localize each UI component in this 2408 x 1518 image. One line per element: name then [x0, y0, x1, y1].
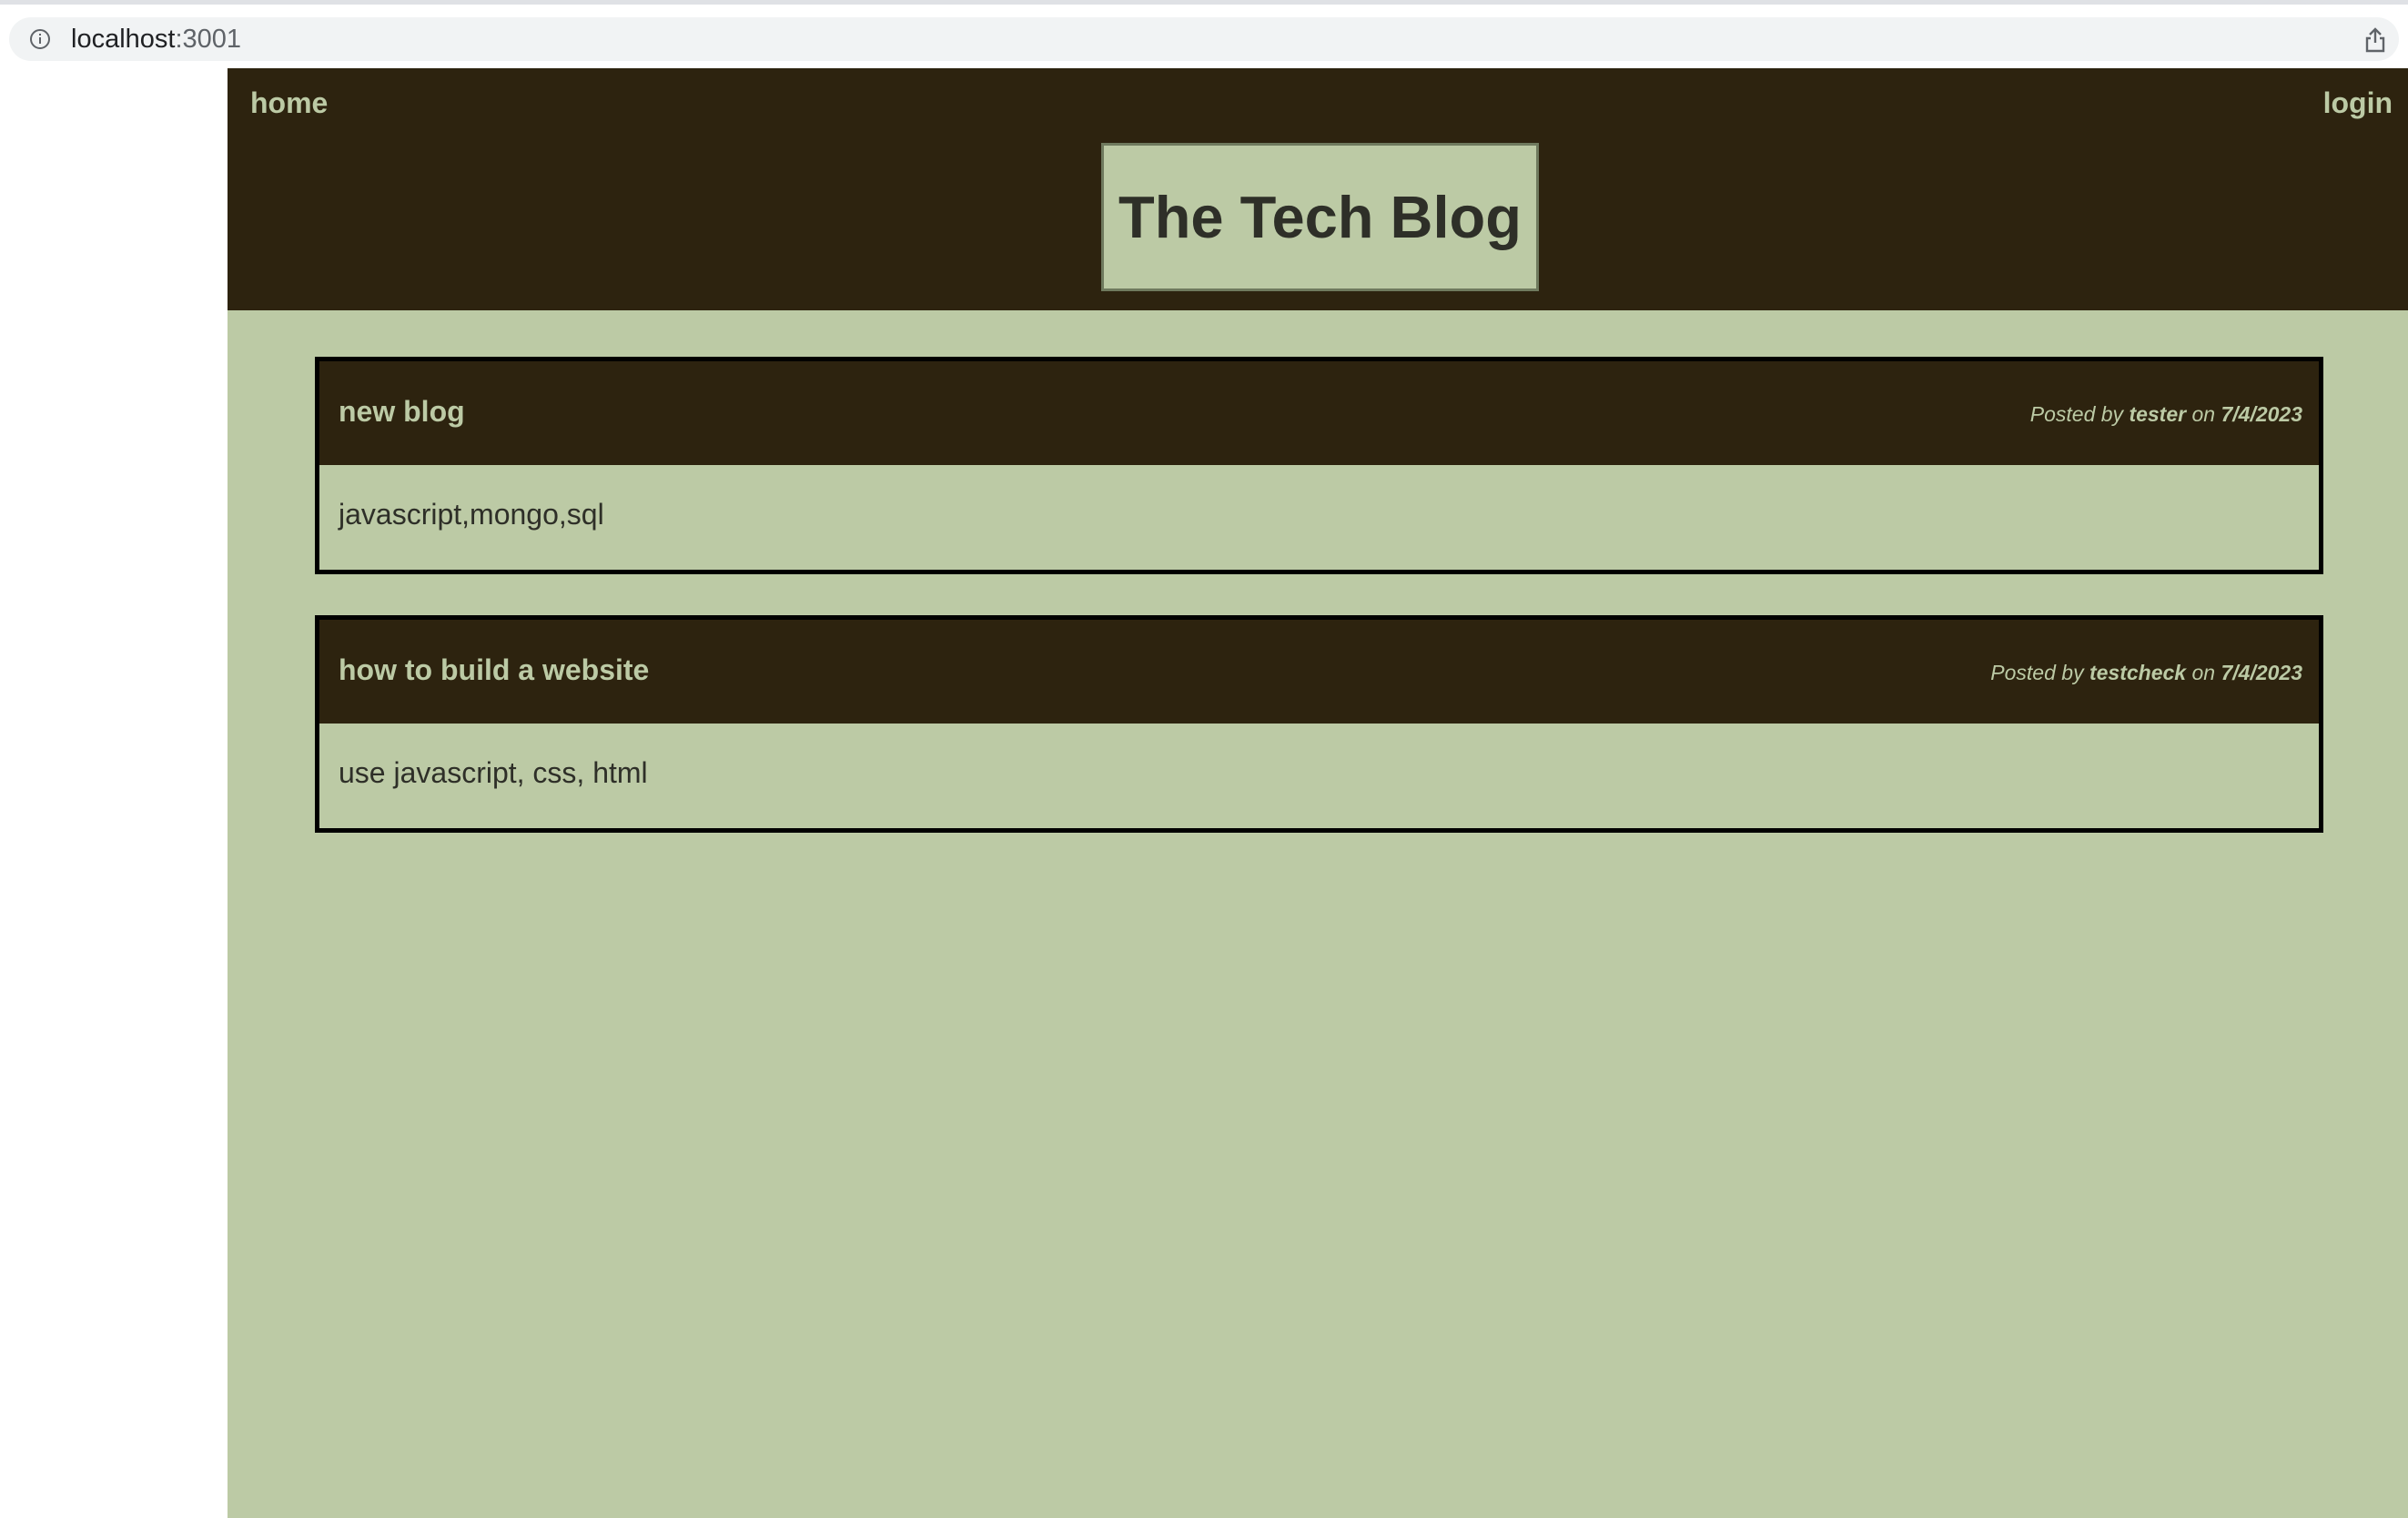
post-date: 7/4/2023	[2221, 661, 2302, 684]
on-label: on	[2191, 661, 2216, 684]
post-card[interactable]: new blog Posted by tester on 7/4/2023 ja…	[315, 357, 2323, 574]
info-icon[interactable]	[29, 28, 51, 50]
nav-home-link[interactable]: home	[250, 86, 328, 120]
share-icon[interactable]	[2362, 26, 2388, 54]
post-body: javascript,mongo,sql	[339, 498, 604, 531]
post-header: how to build a website Posted by testche…	[319, 620, 2319, 724]
site-title: The Tech Blog	[1118, 184, 1522, 250]
address-bar[interactable]: localhost:3001	[9, 17, 2399, 61]
post-meta: Posted by testcheck on 7/4/2023	[1990, 661, 2302, 685]
post-author: tester	[2129, 402, 2187, 426]
post-header: new blog Posted by tester on 7/4/2023	[319, 361, 2319, 465]
posted-by-label: Posted by	[1990, 661, 2084, 684]
site-header: home login The Tech Blog	[228, 68, 2408, 310]
url-port: :3001	[175, 25, 242, 54]
nav-login-link[interactable]: login	[2323, 86, 2393, 120]
url-text[interactable]: localhost:3001	[71, 25, 241, 54]
site-title-box: The Tech Blog	[1101, 143, 1539, 291]
post-card[interactable]: how to build a website Posted by testche…	[315, 615, 2323, 833]
post-author: testcheck	[2089, 661, 2187, 684]
posted-by-label: Posted by	[2029, 402, 2124, 426]
post-title[interactable]: how to build a website	[339, 653, 649, 687]
browser-toolbar: localhost:3001	[0, 0, 2408, 68]
post-date: 7/4/2023	[2221, 402, 2302, 426]
post-body: use javascript, css, html	[339, 756, 648, 789]
url-host: localhost	[71, 25, 176, 54]
page-body: home login The Tech Blog new blog Posted…	[228, 68, 2408, 1518]
post-title[interactable]: new blog	[339, 395, 465, 429]
on-label: on	[2191, 402, 2216, 426]
post-meta: Posted by tester on 7/4/2023	[2030, 402, 2302, 427]
